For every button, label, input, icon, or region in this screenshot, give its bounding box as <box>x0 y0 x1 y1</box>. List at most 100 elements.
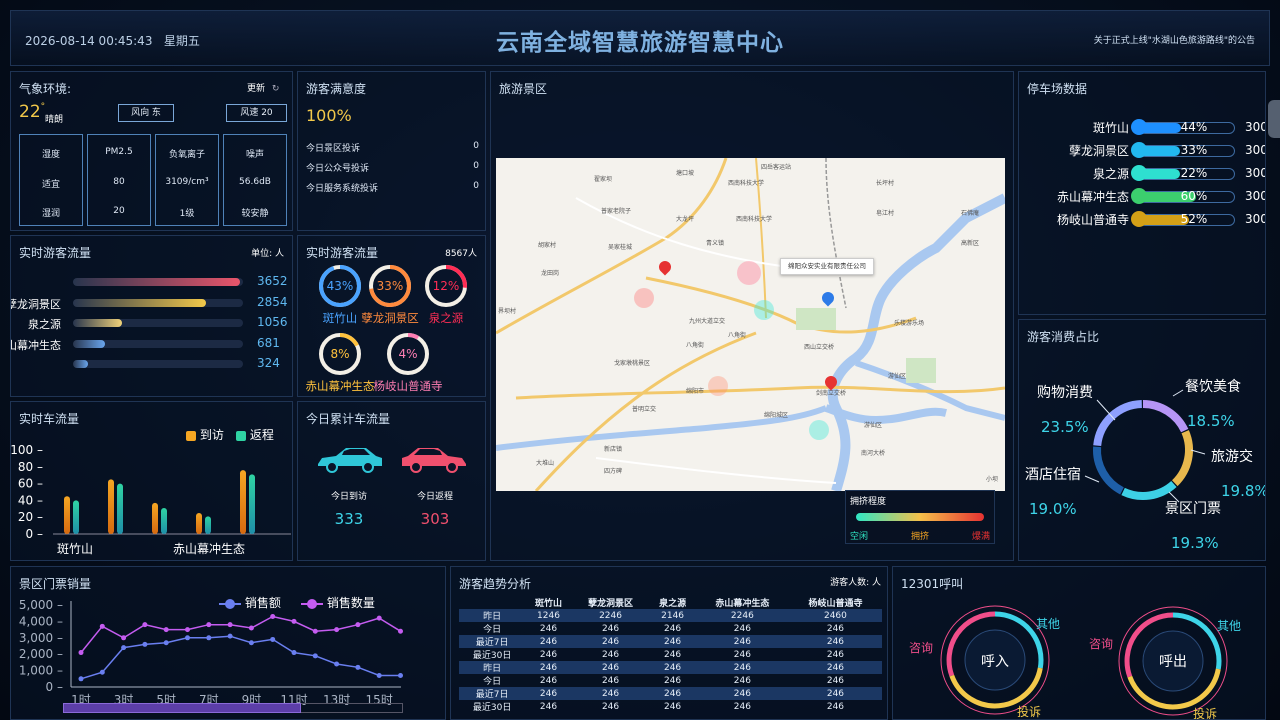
ticket-point <box>99 623 105 629</box>
parking-dot <box>1131 142 1147 158</box>
car-bar <box>161 507 167 534</box>
flow-bar-fill <box>73 339 106 348</box>
return-value: 303 <box>420 510 450 528</box>
trend-row: 昨日 1246 2246 2146 2246 2460 <box>459 609 882 622</box>
humidity-cell: 湿度 适宜 湿润 <box>19 134 83 226</box>
refresh-icon: ↻ <box>271 84 280 94</box>
ticket-series-line <box>80 635 401 680</box>
crowd-level-busy: 拥挤 <box>911 532 930 542</box>
trend-cell: 246 <box>525 635 572 648</box>
wind-speed: 风速 20 <box>226 104 287 122</box>
trend-row: 今日 246 246 246 246 246 <box>459 622 882 636</box>
trend-cell: 246 <box>539 649 558 660</box>
parking-percent: 60% <box>1180 189 1208 203</box>
trend-title: 游客趋势分析 <box>459 577 532 591</box>
ticket-point <box>376 615 382 621</box>
trend-cell: 246 <box>525 661 572 674</box>
consume-leader-line <box>1172 389 1184 397</box>
consume-pct-transport: 19.8% <box>1221 482 1266 500</box>
car-ytick: 0 – <box>26 527 43 541</box>
ticket-point <box>248 625 254 631</box>
ticket-point <box>270 636 276 642</box>
parking-percent: 22% <box>1180 166 1208 180</box>
parking-title: 停车场数据 <box>1027 82 1088 96</box>
arrive-value: 333 <box>334 510 364 528</box>
trend-cell: 246 <box>571 635 650 648</box>
pm25-cell: PM2.5 80 20 <box>87 134 151 226</box>
flow-bar-value: 3652 <box>257 274 288 288</box>
ticket-point <box>163 627 169 633</box>
visitor-ring-panel: 实时游客流量 8567人 43% 斑竹山 33% 孽龙洞景区 12% 泉之源 8% 赤山幕冲生… <box>297 235 486 397</box>
trend-cell: 昨日 <box>459 609 526 622</box>
consume-panel: 游客消费占比 购物消费 23.5% 餐饮美食 18.5% 旅游交 19.8% 景… <box>1018 319 1266 561</box>
ticket-point <box>248 640 254 646</box>
ticket-point <box>185 627 190 633</box>
ticket-point <box>227 622 233 628</box>
car-bar <box>240 470 246 534</box>
trend-row: 最近7日 246 246 246 246 246 <box>459 687 882 700</box>
parking-name: 赤山幕冲生态 <box>1056 190 1129 204</box>
notice-link[interactable]: 关于正式上线"水湖山色旅游路线"的公告 <box>1094 33 1255 46</box>
scroll-handle[interactable] <box>1268 100 1280 138</box>
consume-slice <box>1121 480 1177 500</box>
consume-label-tickets: 景区门票 <box>1165 501 1221 517</box>
flow-bar-value: 1056 <box>257 315 288 329</box>
car-today-panel: 今日累计车流量 今日到访 333 今日返程 303 <box>297 401 486 561</box>
trend-cell: 246 <box>649 687 696 700</box>
trend-cell: 246 <box>788 687 882 700</box>
consume-donut <box>1084 389 1206 503</box>
ticket-ytick: 0 – <box>46 680 63 694</box>
crowd-legend-title: 拥挤程度 <box>850 497 887 507</box>
car-bar <box>64 496 70 534</box>
trend-cell: 2246 <box>695 609 789 622</box>
trend-row: 今日 246 246 246 246 246 <box>459 674 882 688</box>
satisfaction-title: 游客满意度 <box>306 82 367 96</box>
trend-cell: 2460 <box>788 609 882 622</box>
trend-cell: 246 <box>733 649 751 660</box>
scenic-map[interactable]: 四岳客运站 翟家坝 塘口坡 西南科技大学 普家老院子 大龙坪 西南科技大学 吴家… <box>496 158 1005 491</box>
trend-cell: 246 <box>525 687 572 700</box>
parking-dot <box>1131 211 1147 227</box>
ticket-zoom-range[interactable] <box>63 703 301 713</box>
parking-dot <box>1131 165 1147 181</box>
return-label: 今日返程 <box>416 492 453 502</box>
ticket-point <box>206 635 212 641</box>
ticket-ytick: 4,000 – <box>19 614 63 628</box>
trend-cell: 246 <box>788 661 882 674</box>
car-bar <box>117 483 123 534</box>
consume-slice <box>1093 400 1143 447</box>
map-canvas[interactable] <box>496 158 1005 491</box>
consume-label-hotel: 酒店住宿 <box>1025 467 1081 483</box>
parking-name: 斑竹山 <box>1092 121 1129 135</box>
weather-condition: 晴朗 <box>45 115 64 125</box>
ring-percent: 43% <box>327 279 354 293</box>
car-ytick: 40 – <box>18 493 43 507</box>
hotline-center-out[interactable]: 呼出 <box>1151 651 1195 671</box>
trend-cell: 246 <box>663 675 682 686</box>
consume-leader-line <box>1190 449 1206 455</box>
car-flow-panel: 实时车流量 到访 返程 100 –80 –60 –40 –20 –0 – 斑竹山赤… <box>10 401 293 561</box>
ticket-point <box>78 650 84 656</box>
trend-col-header: 斑竹山 <box>534 598 562 609</box>
trend-cell: 246 <box>733 675 751 686</box>
ticket-point <box>398 673 403 679</box>
trend-cell: 2146 <box>649 609 696 622</box>
parking-dot <box>1131 188 1147 204</box>
car-bar <box>196 513 202 534</box>
trend-cell: 最近30日 <box>472 651 512 661</box>
ticket-point <box>334 627 340 633</box>
hotline-center-in[interactable]: 呼入 <box>973 651 1017 671</box>
refresh-button[interactable]: 更新 ↻ <box>247 81 279 94</box>
parking-capacity: 300 <box>1245 120 1266 134</box>
ring-name: 赤山幕冲生态 <box>306 379 375 393</box>
ticket-point <box>121 635 127 641</box>
trend-cell: 2246 <box>571 609 650 622</box>
trend-cell: 最近7日 <box>459 635 526 648</box>
car-ytick: 100 – <box>11 443 43 457</box>
satisfaction-panel: 游客满意度 100% 今日景区投诉 0 今日公众号投诉 0 今日服务系统投诉 0 <box>297 71 486 231</box>
ticket-point <box>312 628 318 634</box>
satisfaction-percent: 100% <box>306 106 352 125</box>
trend-cell: 最近7日 <box>459 687 526 700</box>
trend-cell: 246 <box>539 675 558 686</box>
ring-name: 斑竹山 <box>323 311 358 325</box>
